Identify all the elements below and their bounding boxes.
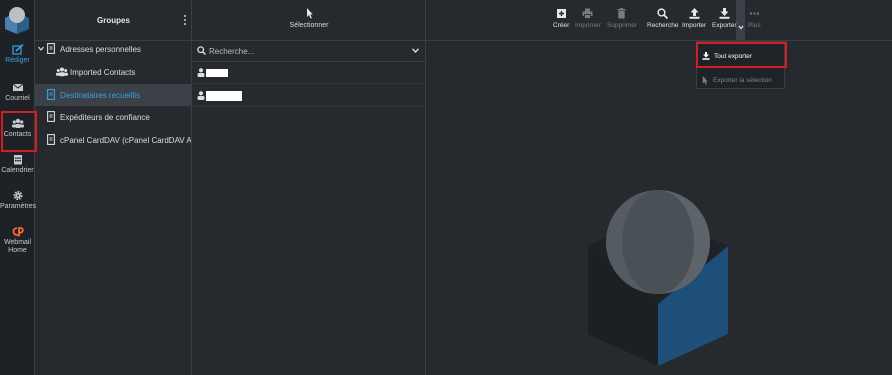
create-button[interactable]: Créer — [553, 8, 569, 29]
rail-calendar-label: Calendrier — [1, 167, 34, 174]
person-icon — [197, 91, 205, 100]
export-selection-label: Exporter la sélection — [713, 77, 772, 84]
create-label: Créer — [553, 22, 570, 29]
search-input[interactable] — [209, 44, 399, 58]
person-icon — [197, 68, 205, 77]
delete-button[interactable]: Supprimer — [607, 8, 637, 29]
redacted-contact-name — [206, 91, 242, 101]
group-collected-recipients[interactable]: Destinataires recueillis — [35, 84, 191, 106]
group-label: Expéditeurs de confiance — [60, 113, 150, 122]
more-label: Plus — [748, 22, 761, 29]
cursor-pointer-icon — [702, 76, 708, 85]
print-button[interactable]: Imprimer — [575, 8, 601, 29]
search-button[interactable]: Recherche — [647, 8, 678, 29]
roundcube-watermark-illustration — [588, 190, 728, 366]
group-label: Destinataires recueillis — [60, 91, 141, 100]
export-button[interactable]: Exporter — [712, 8, 737, 29]
export-label: Exporter — [712, 22, 737, 29]
search-icon — [657, 8, 669, 19]
group-label: Imported Contacts — [70, 68, 136, 77]
upload-icon — [689, 8, 700, 19]
kebab-menu-icon[interactable] — [183, 14, 187, 26]
toolbar: Créer Imprimer Supprimer Recherche Impor… — [426, 0, 892, 41]
more-button[interactable]: Plus — [748, 8, 761, 29]
rail-contacts-label: Contacts — [3, 131, 32, 138]
gear-icon — [12, 190, 23, 201]
plus-square-icon — [556, 9, 566, 18]
export-dropdown-chevron-icon[interactable] — [738, 14, 744, 36]
select-button[interactable]: Sélectionner — [192, 8, 426, 29]
rail-webmail-label-2: Home — [8, 247, 27, 254]
contacts-group-icon — [56, 67, 68, 77]
rail-settings[interactable]: Paramètres — [0, 190, 37, 211]
list-header: Sélectionner — [192, 0, 425, 41]
rail-webmail-label-1: Webmail — [3, 239, 32, 246]
roundcube-logo — [5, 7, 29, 34]
import-button[interactable]: Importer — [682, 8, 706, 29]
search-options-chevron-icon[interactable] — [412, 48, 419, 53]
groups-title: Groupes — [97, 16, 130, 25]
address-book-icon — [47, 134, 55, 145]
group-trusted-senders[interactable]: Expéditeurs de confiance — [35, 106, 191, 128]
printer-icon — [582, 8, 593, 19]
print-label: Imprimer — [575, 22, 601, 29]
address-book-icon — [47, 111, 55, 122]
export-selection-menu-item[interactable]: Exporter la sélection — [697, 70, 786, 91]
groups-panel: Groupes Adresses personnelles Imported C… — [35, 0, 192, 375]
contacts-icon — [11, 118, 24, 128]
group-label: cPanel CardDAV (cPanel CardDAV Addr... — [60, 136, 191, 145]
rail-mail-label: Courriel — [5, 95, 30, 102]
import-label: Importer — [682, 22, 707, 29]
groups-header: Groupes — [35, 0, 191, 41]
export-all-label: Tout exporter — [714, 53, 752, 60]
contact-row[interactable] — [192, 85, 425, 107]
rail-calendar[interactable]: Calendrier — [0, 154, 35, 175]
app-rail: Rédiger Courriel Contacts Calendrier Par… — [0, 0, 37, 375]
contact-list-panel: Sélectionner — [192, 0, 426, 375]
group-cpanel-carddav[interactable]: cPanel CardDAV (cPanel CardDAV Addr... — [35, 129, 191, 151]
contact-row[interactable] — [192, 62, 425, 84]
export-dropdown-menu: Tout exporter Exporter la sélection — [696, 41, 787, 91]
compose-icon — [11, 44, 24, 55]
rail-compose-label: Rédiger — [5, 57, 30, 64]
search-label: Recherche — [647, 22, 679, 29]
rail-compose[interactable]: Rédiger — [0, 44, 35, 65]
download-icon — [702, 52, 710, 60]
group-imported-contacts[interactable]: Imported Contacts — [35, 61, 191, 83]
envelope-icon — [12, 83, 23, 91]
group-label: Adresses personnelles — [60, 45, 141, 54]
address-book-icon — [47, 43, 55, 54]
trash-icon — [617, 8, 626, 19]
rail-settings-label: Paramètres — [0, 203, 37, 210]
search-bar — [192, 41, 425, 62]
cursor-pointer-icon — [306, 8, 313, 19]
address-book-icon — [47, 89, 55, 100]
export-all-menu-item[interactable]: Tout exporter — [696, 42, 787, 68]
more-dots-icon — [749, 12, 759, 15]
cpanel-icon — [12, 227, 24, 237]
rail-mail[interactable]: Courriel — [0, 82, 35, 103]
redacted-contact-name — [206, 69, 228, 77]
rail-contacts[interactable]: Contacts — [0, 118, 35, 139]
search-icon — [197, 46, 206, 55]
select-label: Sélectionner — [289, 22, 329, 29]
group-address-book[interactable]: Adresses personnelles — [35, 38, 191, 60]
rail-webmail-home[interactable]: Webmail Home — [0, 226, 35, 255]
chevron-down-icon[interactable] — [38, 46, 44, 51]
calendar-icon — [13, 155, 22, 165]
download-icon — [719, 8, 730, 19]
delete-label: Supprimer — [607, 22, 637, 29]
